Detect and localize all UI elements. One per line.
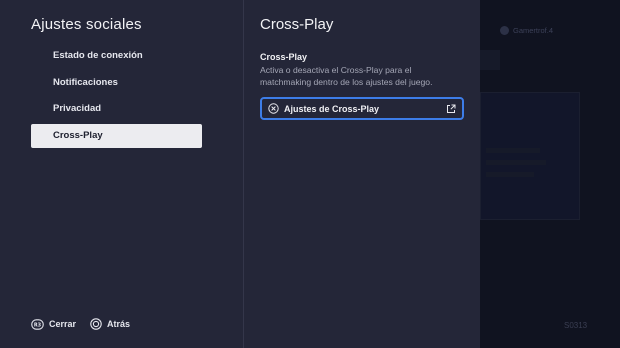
close-label: Cerrar (49, 319, 77, 329)
external-link-icon (446, 104, 456, 114)
settings-menu: Estado de conexión Notificaciones Privac… (31, 44, 202, 150)
circle-button-icon (90, 318, 102, 330)
page-title: Cross-Play (260, 16, 334, 33)
cross-circle-icon (268, 103, 279, 114)
avatar (500, 26, 509, 35)
close-hint[interactable]: R3 Cerrar (31, 318, 77, 330)
r3-button-icon: R3 (31, 318, 44, 330)
cross-play-panel: Cross-Play Cross-Play Activa o desactiva… (244, 0, 480, 348)
menu-item-notifications[interactable]: Notificaciones (31, 71, 202, 95)
background-shape (480, 50, 500, 70)
section-title: Cross-Play (260, 52, 308, 62)
background-shape (486, 148, 540, 153)
background-shape (486, 172, 534, 177)
back-hint[interactable]: Atrás (90, 318, 130, 330)
menu-item-privacy[interactable]: Privacidad (31, 97, 202, 121)
social-settings-sidebar: Ajustes sociales Estado de conexión Noti… (0, 0, 244, 348)
background-shape (480, 92, 580, 220)
background-user-label: Gamertrof.4 (513, 26, 554, 35)
background-shape (486, 160, 546, 165)
section-description: Activa o desactiva el Cross-Play para el… (260, 65, 433, 87)
menu-item-cross-play[interactable]: Cross-Play (31, 123, 202, 148)
background-code: S0313 (564, 321, 588, 330)
background-content: Gamertrof.4 S0313 (480, 0, 620, 348)
menu-item-connection-status[interactable]: Estado de conexión (31, 44, 202, 68)
background-user: Gamertrof.4 (500, 26, 553, 35)
cross-play-settings-label: Ajustes de Cross-Play (284, 103, 380, 114)
cross-play-settings-button[interactable]: Ajustes de Cross-Play (260, 97, 464, 120)
svg-text:R3: R3 (34, 322, 42, 328)
sidebar-title: Ajustes sociales (31, 16, 142, 33)
back-label: Atrás (107, 319, 131, 329)
controller-hints: R3 Cerrar Atrás (31, 318, 144, 330)
